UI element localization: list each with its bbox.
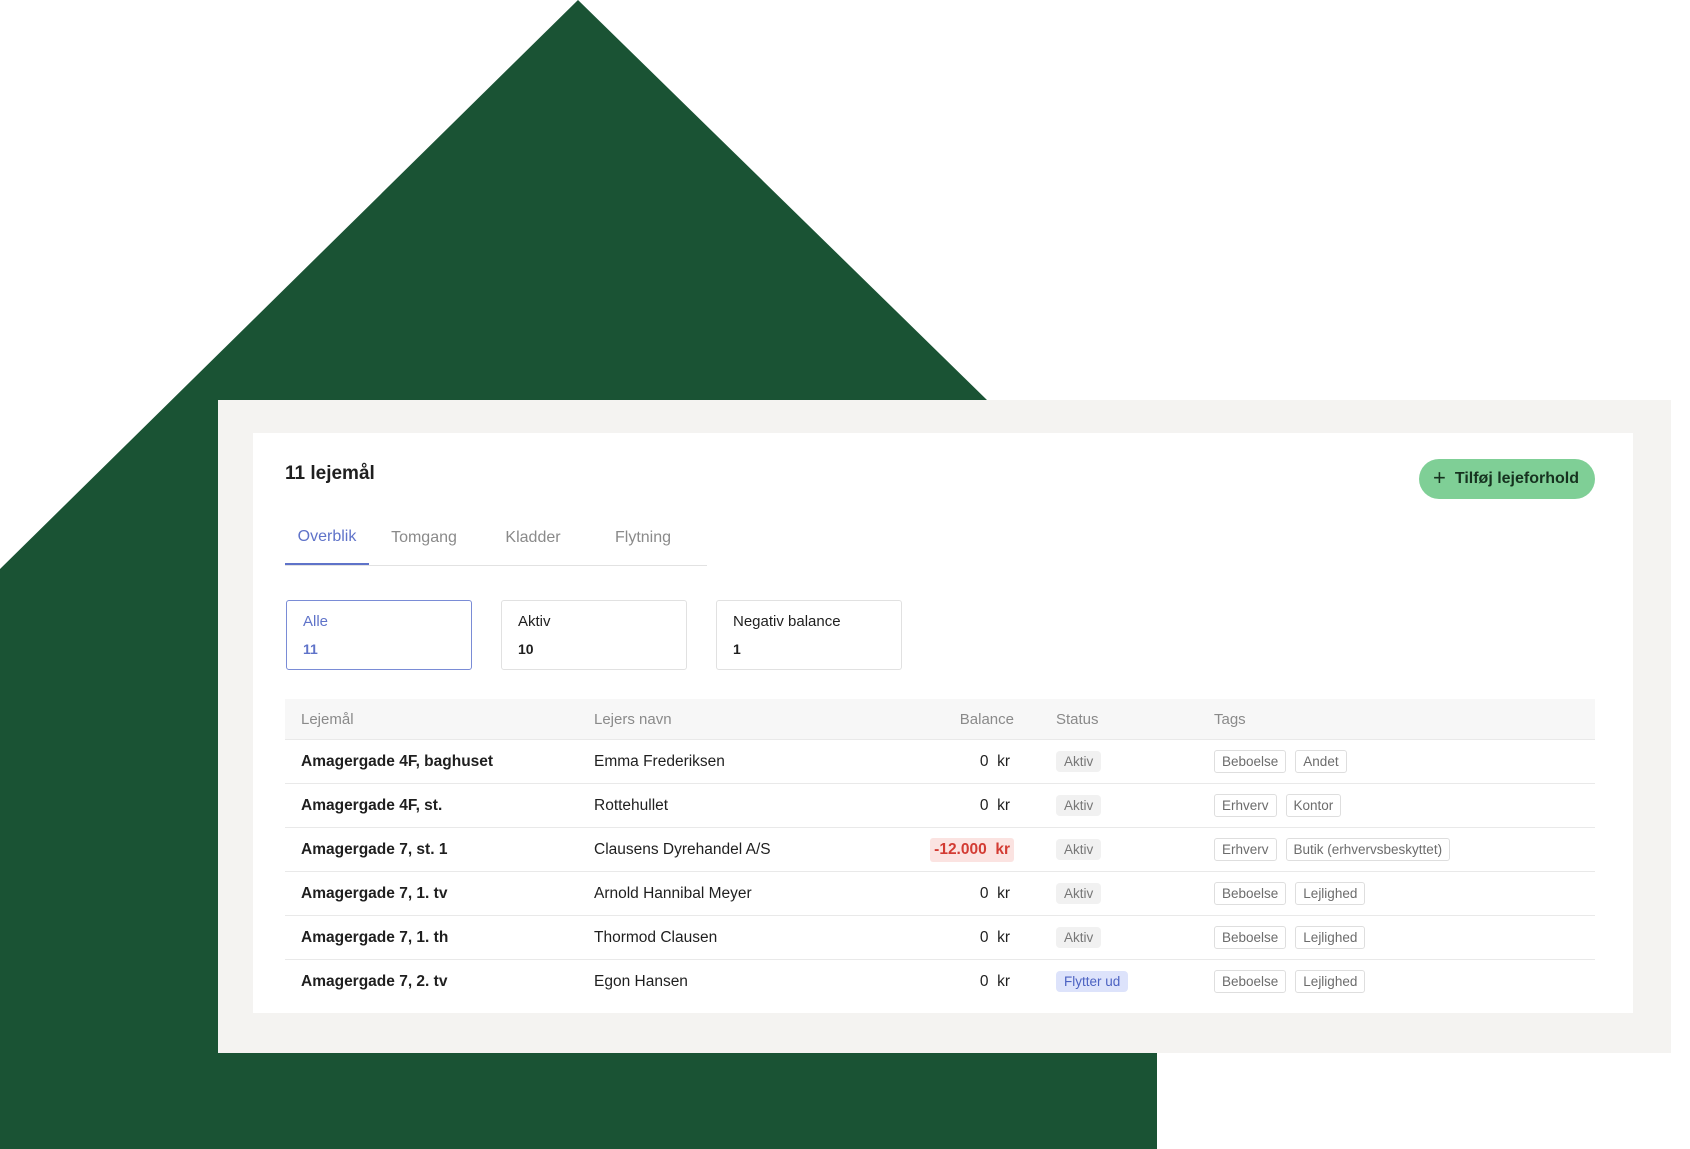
column-header-balance[interactable]: Balance <box>894 711 1014 728</box>
lease-address: Amagergade 7, 1. tv <box>301 884 448 902</box>
filter-card-negativ-balance[interactable]: Negativ balance 1 <box>716 600 902 670</box>
tag-chip: Lejlighed <box>1295 926 1366 949</box>
tenant-name: Arnold Hannibal Meyer <box>594 884 752 902</box>
tab-tomgang[interactable]: Tomgang <box>369 511 479 565</box>
tag-chip: Lejlighed <box>1295 882 1366 905</box>
tag-chip: Erhverv <box>1214 838 1277 861</box>
tag-chip: Lejlighed <box>1295 970 1366 993</box>
status-badge-moving-out: Flytter ud <box>1056 971 1129 992</box>
tab-kladder[interactable]: Kladder <box>479 511 587 565</box>
add-lease-button[interactable]: + Tilføj lejeforhold <box>1418 459 1595 499</box>
filter-label: Aktiv <box>518 613 551 630</box>
status-badge: Aktiv <box>1056 927 1102 948</box>
column-header-tenant[interactable]: Lejers navn <box>594 711 894 728</box>
page-title: 11 lejemål <box>285 463 375 484</box>
lease-address: Amagergade 7, 2. tv <box>301 972 448 990</box>
filter-label: Negativ balance <box>733 613 841 630</box>
filter-cards: Alle 11 Aktiv 10 Negativ balance 1 <box>286 600 902 670</box>
lease-address: Amagergade 7, 1. th <box>301 928 449 946</box>
negative-balance-value: -12.000 kr <box>930 837 1014 862</box>
tag-chip: Beboelse <box>1214 926 1287 949</box>
status-badge: Aktiv <box>1056 751 1102 772</box>
filter-label: Alle <box>303 613 329 630</box>
plus-icon: + <box>1432 465 1446 490</box>
leases-table: Lejemål Lejers navn Balance Status Tags … <box>285 699 1595 1003</box>
tenant-name: Clausens Dyrehandel A/S <box>594 840 771 858</box>
lease-address: Amagergade 4F, st. <box>301 796 443 814</box>
balance-value: 0 kr <box>979 884 1010 902</box>
table-row[interactable]: Amagergade 7, 1. tv Arnold Hannibal Meye… <box>285 871 1595 915</box>
leases-panel: 11 lejemål + Tilføj lejeforhold Overblik… <box>253 433 1633 1013</box>
tenant-name: Rottehullet <box>594 796 669 814</box>
table-row[interactable]: Amagergade 7, 1. th Thormod Clausen 0 kr… <box>285 915 1595 959</box>
tag-chip: Kontor <box>1285 794 1342 817</box>
tab-overblik[interactable]: Overblik <box>285 511 369 565</box>
filter-count: 10 <box>518 641 534 657</box>
balance-value: 0 kr <box>979 752 1010 770</box>
tag-chip: Beboelse <box>1214 970 1287 993</box>
status-badge: Aktiv <box>1056 795 1102 816</box>
lease-address: Amagergade 4F, baghuset <box>301 752 494 770</box>
tag-chip: Beboelse <box>1214 750 1287 773</box>
add-lease-button-label: Tilføj lejeforhold <box>1454 470 1579 487</box>
balance-value: 0 kr <box>979 928 1010 946</box>
status-badge: Aktiv <box>1056 883 1102 904</box>
filter-card-alle[interactable]: Alle 11 <box>286 600 472 670</box>
table-row[interactable]: Amagergade 7, st. 1 Clausens Dyrehandel … <box>285 827 1595 871</box>
lease-address: Amagergade 7, st. 1 <box>301 840 448 858</box>
tenant-name: Thormod Clausen <box>594 928 718 946</box>
column-header-lease[interactable]: Lejemål <box>285 711 594 728</box>
column-header-status[interactable]: Status <box>1014 711 1214 728</box>
tab-flytning[interactable]: Flytning <box>587 511 699 565</box>
tag-chip: Butik (erhvervsbeskyttet) <box>1285 838 1451 861</box>
balance-value: 0 kr <box>979 796 1010 814</box>
filter-card-aktiv[interactable]: Aktiv 10 <box>501 600 687 670</box>
table-row[interactable]: Amagergade 7, 2. tv Egon Hansen 0 kr Fly… <box>285 959 1595 1003</box>
table-row[interactable]: Amagergade 4F, st. Rottehullet 0 kr Akti… <box>285 783 1595 827</box>
tab-bar: Overblik Tomgang Kladder Flytning <box>285 511 707 566</box>
tag-chip: Andet <box>1295 750 1347 773</box>
balance-value: 0 kr <box>979 972 1010 990</box>
tenant-name: Egon Hansen <box>594 972 688 990</box>
tag-chip: Erhverv <box>1214 794 1277 817</box>
filter-count: 1 <box>733 641 741 657</box>
tenant-name: Emma Frederiksen <box>594 752 725 770</box>
table-row[interactable]: Amagergade 4F, baghuset Emma Frederiksen… <box>285 739 1595 783</box>
column-header-tags: Tags <box>1214 710 1246 728</box>
tag-chip: Beboelse <box>1214 882 1287 905</box>
status-badge: Aktiv <box>1056 839 1102 860</box>
filter-count: 11 <box>303 641 318 657</box>
table-header: Lejemål Lejers navn Balance Status Tags <box>285 699 1595 739</box>
